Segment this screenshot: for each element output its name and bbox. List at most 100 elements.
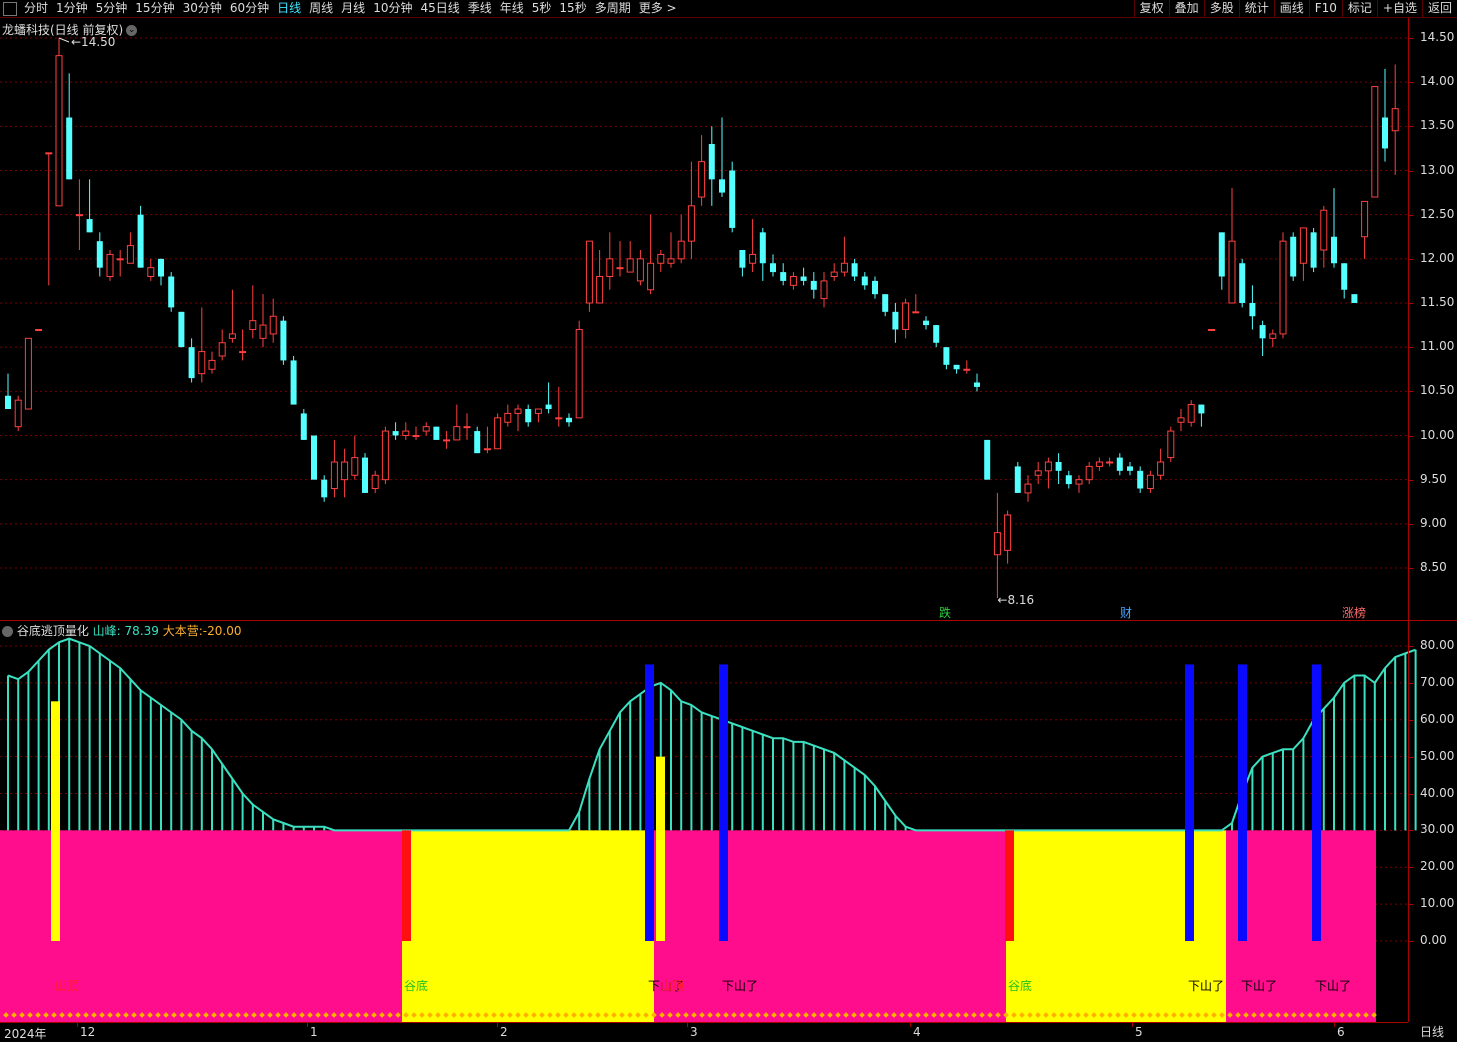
candle-body bbox=[1351, 294, 1358, 303]
candle-body bbox=[371, 474, 379, 489]
candle-body bbox=[330, 461, 338, 489]
price-y-label: 14.00 bbox=[1420, 74, 1455, 89]
price-y-label: 14.50 bbox=[1420, 30, 1455, 44]
y-tick bbox=[1408, 867, 1413, 869]
low-marker-label: ←8.16 bbox=[997, 593, 1034, 607]
x-tick bbox=[497, 1023, 498, 1027]
candle-body bbox=[494, 417, 502, 450]
x-axis-label: 12 bbox=[80, 1025, 96, 1039]
candle-body bbox=[106, 253, 114, 278]
event-badge[interactable]: 涨榜 bbox=[1342, 604, 1366, 621]
candle-body bbox=[188, 347, 195, 379]
candle-body bbox=[218, 342, 226, 357]
signal-bar bbox=[719, 664, 728, 941]
candle-body bbox=[453, 426, 461, 441]
indicator-y-label: 40.00 bbox=[1420, 785, 1455, 800]
candle-body bbox=[290, 360, 297, 405]
candle-body bbox=[1290, 236, 1297, 277]
candle-body bbox=[1208, 329, 1216, 331]
candle-body bbox=[1187, 404, 1195, 423]
candle-body bbox=[1361, 200, 1369, 238]
candle-body bbox=[1239, 263, 1246, 303]
price-y-label: 12.00 bbox=[1420, 250, 1455, 265]
indicator-y-label: 10.00 bbox=[1420, 896, 1455, 911]
candle-body bbox=[249, 320, 257, 330]
candle-body bbox=[1228, 240, 1236, 304]
y-tick bbox=[1408, 126, 1413, 128]
candle-body bbox=[872, 280, 878, 295]
period-label[interactable]: 日线 bbox=[1420, 1023, 1444, 1040]
candle-body bbox=[381, 430, 389, 481]
signal-bar bbox=[1185, 664, 1194, 941]
y-tick bbox=[1408, 793, 1413, 795]
candle-body bbox=[1320, 209, 1328, 251]
candle-body bbox=[341, 461, 349, 481]
candle-body bbox=[667, 258, 675, 264]
signal-label: 下山了 bbox=[1241, 979, 1278, 993]
y-tick bbox=[1408, 391, 1413, 393]
candle-body bbox=[1218, 232, 1225, 277]
y-tick bbox=[1408, 756, 1413, 758]
candle-body bbox=[1177, 417, 1185, 423]
candle-body bbox=[1299, 227, 1307, 264]
indicator-y-label: 0.00 bbox=[1420, 933, 1447, 947]
candle-body bbox=[789, 276, 797, 286]
candle-body bbox=[1391, 108, 1399, 132]
candle-body bbox=[402, 430, 410, 437]
candle-body bbox=[514, 408, 522, 414]
candle-body bbox=[1157, 461, 1165, 476]
signal-bar bbox=[51, 701, 60, 941]
candle-body bbox=[147, 267, 155, 277]
x-axis-label: 4 bbox=[913, 1025, 921, 1039]
candle-body bbox=[1106, 461, 1114, 464]
candle-body bbox=[1004, 514, 1012, 551]
high-marker-label: ←14.50 bbox=[71, 35, 115, 49]
candle-body bbox=[1167, 430, 1175, 459]
price-y-label: 10.00 bbox=[1420, 427, 1455, 442]
candle-body bbox=[892, 311, 899, 330]
indicator-y-label: 70.00 bbox=[1420, 674, 1455, 689]
x-tick bbox=[910, 1023, 911, 1027]
candle-body bbox=[321, 479, 328, 498]
candle-body bbox=[963, 368, 971, 371]
candle-body bbox=[626, 258, 634, 273]
event-badge[interactable]: 财 bbox=[1120, 604, 1132, 621]
y-tick bbox=[1408, 719, 1413, 721]
event-badge[interactable]: 跌 bbox=[939, 604, 951, 621]
candle-body bbox=[647, 262, 655, 291]
y-tick bbox=[1408, 682, 1413, 684]
candle-body bbox=[362, 457, 368, 493]
candle-body bbox=[14, 399, 22, 428]
candle-body bbox=[759, 232, 766, 264]
y-tick bbox=[1408, 347, 1413, 349]
candle-body bbox=[45, 152, 53, 155]
x-axis-label: 2 bbox=[500, 1025, 508, 1039]
signal-label: 谷底 bbox=[1008, 979, 1033, 993]
series1-value: 78.39 bbox=[124, 624, 159, 638]
price-y-label: 11.50 bbox=[1420, 295, 1455, 309]
candle-body bbox=[566, 417, 572, 423]
candle-body bbox=[433, 426, 440, 440]
candle-body bbox=[729, 170, 736, 228]
candle-body bbox=[830, 271, 838, 278]
candle-body bbox=[1310, 232, 1317, 268]
candle-body bbox=[810, 280, 817, 290]
candle-body bbox=[228, 333, 236, 339]
candle-body bbox=[851, 263, 858, 277]
indicator-menu-icon[interactable] bbox=[2, 626, 13, 637]
candle-body bbox=[55, 55, 63, 207]
x-tick bbox=[1132, 1023, 1133, 1027]
y-tick bbox=[1408, 214, 1413, 216]
candle-body bbox=[35, 329, 43, 331]
candle-body bbox=[463, 426, 471, 429]
candle-body bbox=[280, 320, 287, 361]
signal-label: 下山了 bbox=[722, 979, 759, 993]
price-y-label: 9.00 bbox=[1420, 515, 1447, 530]
candle-body bbox=[1085, 465, 1093, 481]
candle-body bbox=[86, 219, 93, 233]
candle-body bbox=[719, 179, 725, 193]
candle-body bbox=[168, 276, 175, 308]
candle-body bbox=[687, 205, 695, 242]
candle-body bbox=[1331, 236, 1337, 264]
candle-body bbox=[1269, 333, 1277, 339]
